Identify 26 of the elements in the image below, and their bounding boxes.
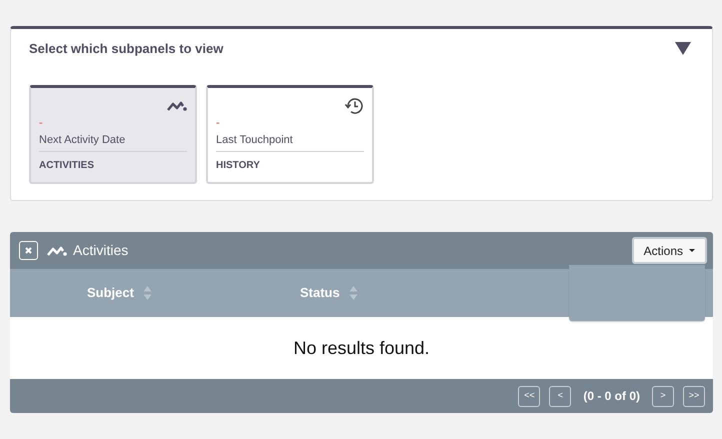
subpanel-card[interactable]: - Last Touchpoint HISTORY	[206, 84, 374, 184]
trend-line-icon	[47, 244, 67, 256]
page-range: (0 - 0 of 0)	[583, 388, 640, 405]
card-label: Next Activity Date	[39, 132, 187, 152]
card-category: HISTORY	[216, 159, 261, 173]
previous-page-button[interactable]: <	[549, 386, 572, 406]
card-value: -	[39, 116, 44, 128]
subpanel-card[interactable]: - Next Activity Date ACTIVITIES	[29, 84, 197, 184]
caret-icon	[689, 249, 695, 252]
last-page-button[interactable]: >>	[683, 386, 705, 406]
column-header[interactable]: Status	[300, 283, 340, 303]
next-page-button[interactable]: >	[652, 386, 674, 406]
panel-title: Select which subpanels to view	[29, 40, 224, 58]
collapse-caret-icon[interactable]	[675, 42, 691, 56]
card-category: ACTIVITIES	[39, 159, 96, 173]
close-button[interactable]	[19, 241, 38, 260]
close-icon	[25, 247, 32, 254]
trend-line-icon	[167, 100, 187, 112]
empty-message: No results found.	[293, 336, 430, 360]
card-label: Last Touchpoint	[216, 132, 364, 152]
subpanel-title: Activities	[73, 241, 128, 260]
card-value: -	[216, 116, 221, 128]
first-page-button[interactable]: <<	[518, 386, 540, 406]
clock-history-icon	[344, 96, 364, 116]
actions-button[interactable]: Actions	[632, 237, 707, 264]
column-header[interactable]: Subject	[87, 283, 134, 303]
